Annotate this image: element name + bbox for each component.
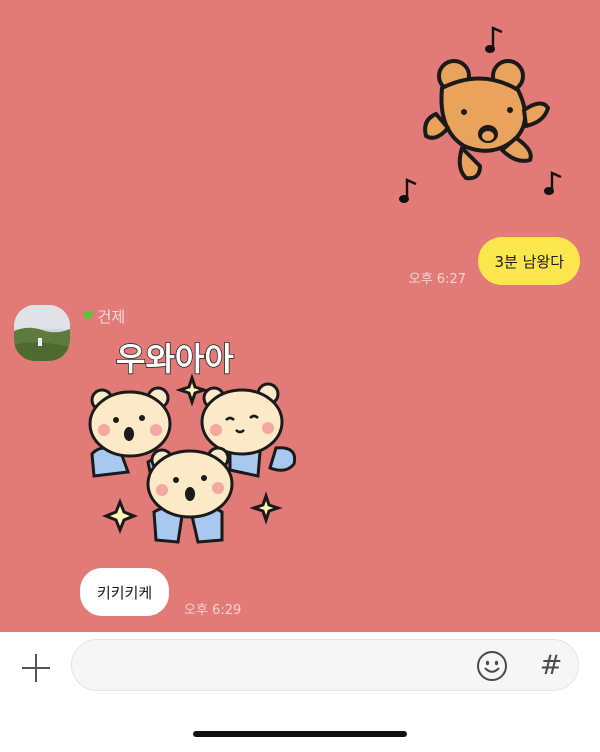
dancing-bear-sticker[interactable] [392,18,572,208]
other-message-bubble[interactable]: 키키키케 [80,568,170,616]
plus-icon[interactable] [22,654,50,682]
my-message-text: 3분 남왕다 [494,252,564,271]
sparkle-icon [101,497,139,535]
sender-name[interactable]: ♥ 건제 [82,306,125,327]
cheering-bears-sticker[interactable]: 우와아아 [80,336,302,550]
message-timestamp: 오후 6:27 [408,272,466,287]
music-note-icon [399,178,417,203]
hashtag-button[interactable]: # [538,650,564,682]
sender-name-label: 건제 [97,308,126,326]
chat-area[interactable]: 3분 남왕다 오후 6:27 ♥ 건제 우와아아 키키키케 오후 6:29 [0,0,600,632]
music-note-icon [544,171,562,195]
green-heart-icon: ♥ [82,308,95,325]
avatar[interactable] [14,305,70,361]
music-note-icon [485,26,503,53]
my-message-bubble[interactable]: 3분 남왕다 [478,237,580,285]
sparkle-icon [175,373,209,407]
message-timestamp: 오후 6:29 [184,603,242,618]
message-input[interactable] [92,640,476,692]
home-indicator [193,731,407,737]
sparkle-icon [249,491,283,525]
landscape-photo-avatar-icon [14,305,70,361]
other-message-text: 키키키케 [97,583,153,602]
smiley-icon[interactable] [476,650,508,682]
sticker-caption: 우와아아 [116,340,234,378]
